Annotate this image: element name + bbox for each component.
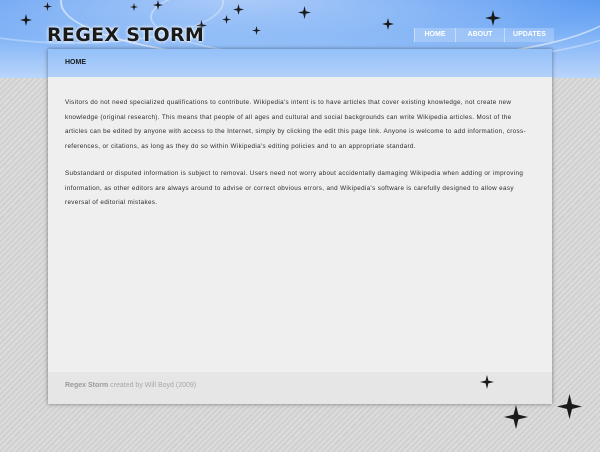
nav-home[interactable]: HOME <box>414 28 455 42</box>
leaf-icon <box>485 10 501 26</box>
article-body: Visitors do not need specialized qualifi… <box>65 96 531 224</box>
leaf-icon <box>480 375 494 389</box>
footer-credit-text: created by Will Boyd (2009) <box>108 382 197 389</box>
content-panel: HOME Visitors do not need specialized qu… <box>48 49 552 404</box>
leaf-icon <box>130 3 138 11</box>
breadcrumb: HOME <box>65 59 86 66</box>
leaf-icon <box>153 0 163 10</box>
footer: Regex Storm created by Will Boyd (2009) <box>48 372 552 404</box>
leaf-icon <box>557 394 582 419</box>
leaf-icon <box>252 26 261 35</box>
nav-about[interactable]: ABOUT <box>455 28 504 42</box>
breadcrumb-bar: HOME <box>48 49 552 77</box>
site-logo[interactable]: REGEX STORM <box>47 24 204 46</box>
article-paragraph: Substandard or disputed information is s… <box>65 170 524 206</box>
nav-updates[interactable]: UPDATES <box>504 28 554 42</box>
footer-credit: Regex Storm created by Will Boyd (2009) <box>65 382 196 389</box>
leaf-icon <box>298 6 311 19</box>
leaf-icon <box>43 2 52 11</box>
article-paragraph: Visitors do not need specialized qualifi… <box>65 99 526 150</box>
leaf-icon <box>233 4 244 15</box>
leaf-icon <box>382 18 394 30</box>
leaf-icon <box>222 15 231 24</box>
footer-brand: Regex Storm <box>65 382 109 389</box>
leaf-icon <box>504 405 528 429</box>
leaf-icon <box>20 14 32 26</box>
top-navigation: HOME ABOUT UPDATES <box>414 28 554 42</box>
